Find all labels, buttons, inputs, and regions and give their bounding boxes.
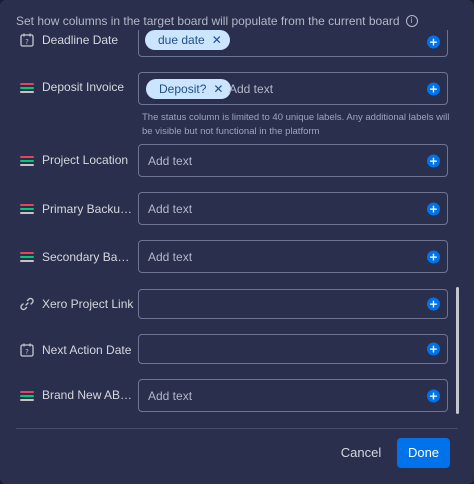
- status-icon: [20, 202, 34, 216]
- row-label: Project Location: [42, 153, 129, 167]
- xero-project-link-field[interactable]: +: [138, 289, 448, 319]
- row-label: Secondary Backu...: [42, 250, 134, 264]
- row-label: Primary Backup L...: [42, 202, 134, 216]
- row-label: Next Action Date: [42, 343, 132, 357]
- column-chip: Deposit? ✕: [146, 78, 232, 99]
- mapping-row-next-action-date: ? Next Action Date +: [0, 334, 460, 365]
- mapping-row-project-location: Project Location Add text +: [0, 144, 460, 178]
- calendar-icon: ?: [20, 343, 34, 357]
- add-column-icon[interactable]: +: [427, 389, 440, 402]
- add-column-icon[interactable]: +: [427, 342, 440, 356]
- row-label: Deadline Date: [42, 33, 119, 47]
- chip-label: due date: [158, 33, 205, 47]
- brand-new-abc-field[interactable]: Add text +: [138, 379, 448, 412]
- header-note-text: Set how columns in the target board will…: [16, 14, 400, 28]
- status-icon: [20, 154, 34, 168]
- mapping-row-brand-new-abc: Brand New ABC ... Add text +: [0, 379, 460, 413]
- add-text-placeholder: Add text: [148, 388, 193, 403]
- chip-label: Deposit?: [159, 81, 207, 96]
- add-column-icon[interactable]: +: [427, 202, 440, 215]
- deposit-invoice-field[interactable]: Deposit? ✕ Add text +: [138, 72, 448, 105]
- add-column-icon[interactable]: +: [427, 154, 440, 167]
- svg-text:?: ?: [25, 38, 29, 46]
- column-mapping-panel: Set how columns in the target board will…: [0, 0, 474, 484]
- status-limit-helper: The status column is limited to 40 uniqu…: [142, 112, 450, 137]
- footer-divider: [16, 428, 458, 429]
- next-action-date-field[interactable]: +: [138, 334, 448, 364]
- add-text-placeholder: Add text: [148, 201, 193, 216]
- row-label: Brand New ABC ...: [42, 388, 134, 402]
- mapping-row-secondary-backup: Secondary Backu... Add text +: [0, 240, 460, 274]
- add-text-placeholder: Add text: [148, 249, 193, 264]
- secondary-backup-field[interactable]: Add text +: [138, 240, 448, 273]
- status-icon: [20, 81, 34, 95]
- project-location-field[interactable]: Add text +: [138, 144, 448, 177]
- add-text-placeholder: Add text: [148, 153, 193, 168]
- add-text-placeholder: Add text: [229, 81, 274, 96]
- status-icon: [20, 250, 34, 264]
- svg-text:?: ?: [25, 348, 29, 356]
- add-column-icon[interactable]: +: [427, 35, 440, 49]
- deadline-date-field[interactable]: due date ✕ +: [138, 27, 448, 57]
- calendar-icon: ?: [20, 33, 34, 47]
- link-icon: [20, 297, 34, 311]
- add-column-icon[interactable]: +: [427, 297, 440, 311]
- scrollbar-thumb[interactable]: [456, 287, 459, 414]
- cancel-button[interactable]: Cancel: [333, 438, 389, 468]
- mapping-row-xero-project-link: Xero Project Link +: [0, 289, 460, 320]
- add-column-icon[interactable]: +: [427, 82, 440, 95]
- remove-chip-icon[interactable]: ✕: [213, 79, 223, 99]
- remove-chip-icon[interactable]: ✕: [212, 30, 222, 50]
- primary-backup-field[interactable]: Add text +: [138, 192, 448, 225]
- done-button[interactable]: Done: [397, 438, 450, 468]
- row-label: Deposit Invoice: [42, 80, 125, 94]
- mapping-row-primary-backup: Primary Backup L... Add text +: [0, 192, 460, 226]
- column-chip: due date ✕: [145, 30, 230, 50]
- add-column-icon[interactable]: +: [427, 250, 440, 263]
- header-note: Set how columns in the target board will…: [16, 14, 418, 28]
- status-icon: [20, 389, 34, 403]
- info-icon[interactable]: i: [405, 15, 418, 27]
- row-label: Xero Project Link: [42, 297, 134, 311]
